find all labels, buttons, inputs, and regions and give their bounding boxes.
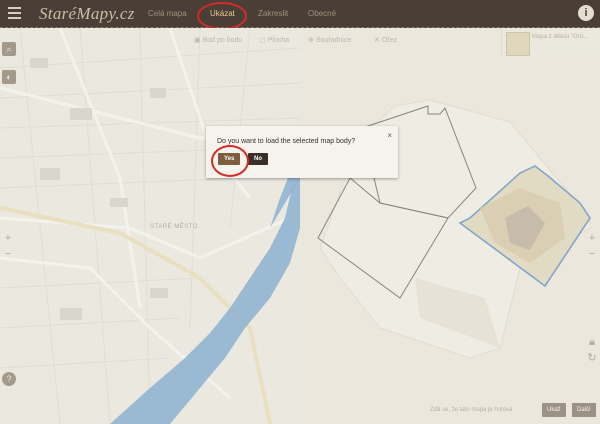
modal-overlay (0, 28, 600, 424)
highlight-ellipse-nav (197, 2, 247, 30)
dialog-message: Do you want to load the selected map bod… (217, 138, 356, 145)
top-bar: StaréMapy.cz Celá mapa Ukázat Zakreslit … (0, 0, 600, 28)
site-logo[interactable]: StaréMapy.cz (39, 4, 135, 24)
no-button[interactable]: No (248, 153, 268, 165)
hamburger-icon[interactable] (8, 7, 21, 19)
nav-general[interactable]: Obecné (308, 9, 336, 18)
highlight-ellipse-yes (211, 145, 249, 177)
nav-full-map[interactable]: Celá mapa (148, 9, 187, 18)
info-icon[interactable]: i (578, 5, 594, 21)
close-icon[interactable]: × (387, 131, 392, 140)
nav-draw[interactable]: Zakreslit (258, 9, 288, 18)
